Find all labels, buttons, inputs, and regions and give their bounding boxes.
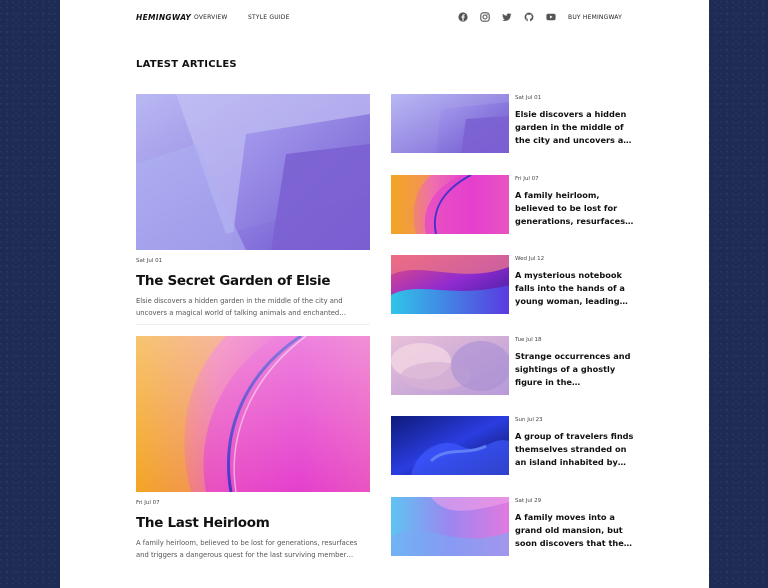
article-thumbnail[interactable] [391,255,509,314]
excerpt-line: Elsie discovers a hidden garden in the m… [136,297,343,305]
top-nav: HEMINGWAY OVERVIEW STYLE GUIDE BUY HEMIN… [60,0,709,36]
buy-hemingway-link[interactable]: BUY HEMINGWAY [568,14,622,21]
article-title[interactable]: Strange occurrences and sightings of a g… [515,350,637,388]
article-title[interactable]: A group of travelers finds themselves st… [515,430,637,468]
nav-overview[interactable]: OVERVIEW [194,14,228,21]
article-title[interactable]: Elsie discovers a hidden garden in the m… [515,108,637,146]
article-title[interactable]: The Last Heirloom [136,515,370,531]
side-article-2[interactable]: Fri Jul 07 A family heirloom, believed t… [391,175,641,235]
article-date: Tue Jul 18 [515,337,542,343]
article-title[interactable]: A family heirloom, believed to be lost f… [515,189,637,227]
article-thumbnail[interactable] [136,336,370,492]
side-article-4[interactable]: Tue Jul 18 Strange occurrences and sight… [391,336,641,396]
excerpt-line: uncovers a magical world of talking anim… [136,308,347,317]
youtube-icon[interactable] [546,12,556,22]
divider [136,324,370,325]
article-thumbnail[interactable] [391,497,509,556]
article-thumbnail[interactable] [391,336,509,395]
article-date: Fri Jul 07 [136,500,160,506]
side-article-6[interactable]: Sat Jul 29 A family moves into a grand o… [391,497,641,557]
nav-style-guide[interactable]: STYLE GUIDE [248,14,290,21]
article-date: Sat Jul 29 [515,498,542,504]
side-article-5[interactable]: Sun Jul 23 A group of travelers finds th… [391,416,641,476]
article-thumbnail[interactable] [391,175,509,234]
featured-article-2[interactable]: Fri Jul 07 The Last Heirloom A family he… [136,336,370,561]
twitter-icon[interactable] [502,12,512,22]
article-thumbnail[interactable] [136,94,370,250]
featured-article-1[interactable]: Sat Jul 01 The Secret Garden of Elsie El… [136,94,370,325]
article-date: Sat Jul 01 [515,95,542,101]
article-thumbnail[interactable] [391,94,509,153]
facebook-icon[interactable] [458,12,468,22]
excerpt-line: A family heirloom, believed to be lost f… [136,539,358,547]
section-title: LATEST ARTICLES [136,59,237,70]
side-article-3[interactable]: Wed Jul 12 A mysterious notebook falls i… [391,255,641,315]
article-title[interactable]: The Secret Garden of Elsie [136,273,370,289]
article-excerpt: A family heirloom, believed to be lost f… [136,538,370,561]
github-icon[interactable] [524,12,534,22]
article-date: Wed Jul 12 [515,256,545,262]
article-date: Sun Jul 23 [515,417,543,423]
page: HEMINGWAY OVERVIEW STYLE GUIDE BUY HEMIN… [60,0,709,588]
brand-logo[interactable]: HEMINGWAY [136,13,191,22]
side-article-1[interactable]: Sat Jul 01 Elsie discovers a hidden gard… [391,94,641,154]
article-thumbnail[interactable] [391,416,509,475]
article-excerpt: Elsie discovers a hidden garden in the m… [136,296,370,319]
article-date: Fri Jul 07 [515,176,539,182]
instagram-icon[interactable] [480,12,490,22]
article-title[interactable]: A mysterious notebook falls into the han… [515,269,637,307]
article-title[interactable]: A family moves into a grand old mansion,… [515,511,637,549]
excerpt-line: and triggers a dangerous quest for the l… [136,550,354,559]
article-date: Sat Jul 01 [136,258,163,264]
